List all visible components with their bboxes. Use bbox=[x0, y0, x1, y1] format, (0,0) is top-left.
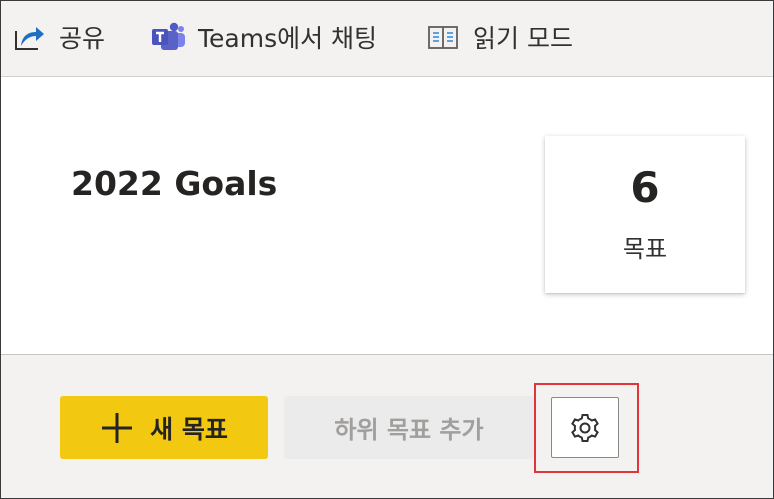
gear-icon bbox=[568, 411, 602, 445]
share-icon bbox=[13, 22, 45, 52]
reading-mode-label: 읽기 모드 bbox=[473, 24, 573, 53]
teams-chat-label: Teams에서 채팅 bbox=[198, 24, 378, 53]
goal-count: 6 bbox=[630, 163, 660, 212]
add-subgoal-button[interactable]: 하위 목표 추가 bbox=[284, 396, 534, 459]
reading-mode-button[interactable]: 읽기 모드 bbox=[427, 17, 573, 57]
new-goal-button[interactable]: 새 목표 bbox=[60, 396, 268, 459]
share-button[interactable]: 공유 bbox=[13, 17, 105, 57]
goal-count-card bbox=[545, 136, 745, 293]
share-label: 공유 bbox=[59, 24, 106, 53]
plus-icon bbox=[100, 411, 134, 445]
goal-count-label: 목표 bbox=[622, 235, 668, 263]
teams-chat-button[interactable]: Teams에서 채팅 bbox=[150, 17, 377, 57]
reading-mode-icon bbox=[427, 23, 459, 51]
teams-icon bbox=[150, 21, 186, 53]
app-frame: 공유 Teams에서 채팅 읽기 모드 2022 Goals 6 목표 새 목표… bbox=[0, 0, 774, 499]
scorecard-title: 2022 Goals bbox=[71, 164, 278, 203]
toolbar: 공유 Teams에서 채팅 읽기 모드 bbox=[1, 1, 773, 77]
settings-button[interactable] bbox=[551, 397, 619, 458]
new-goal-label: 새 목표 bbox=[150, 414, 228, 444]
add-subgoal-label: 하위 목표 추가 bbox=[334, 416, 484, 444]
